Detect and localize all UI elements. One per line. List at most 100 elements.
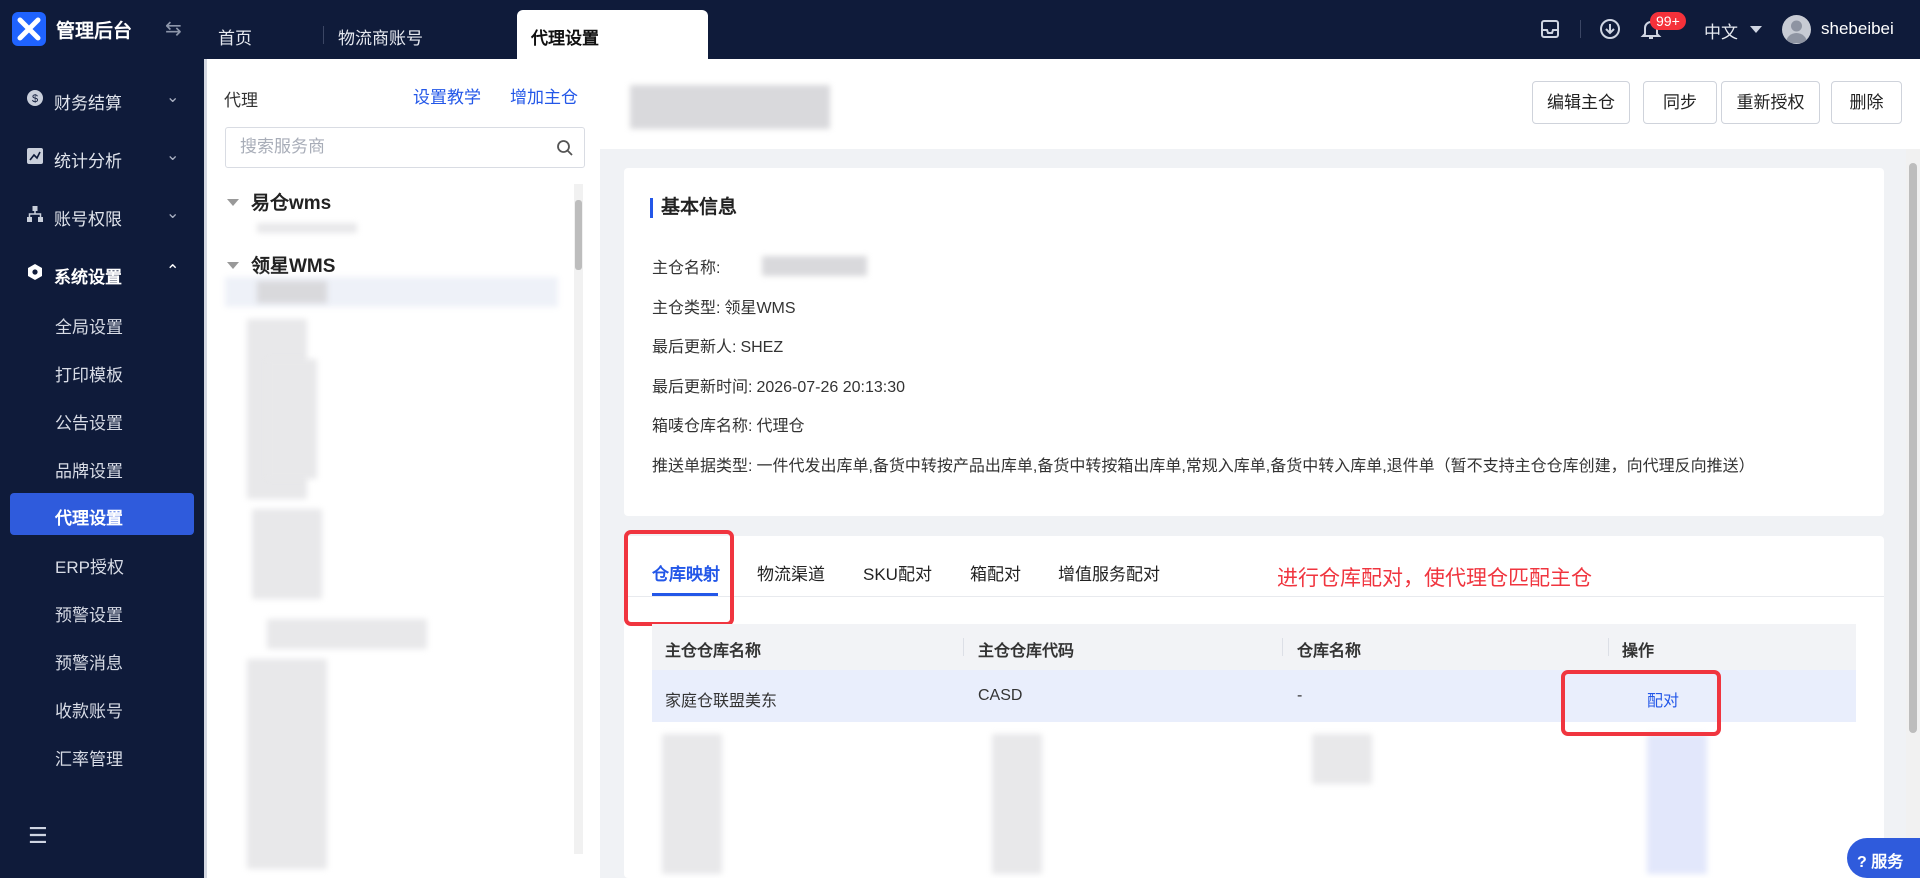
tabs-divider (624, 596, 1884, 597)
scrollbar[interactable] (574, 184, 583, 854)
tree-node-yicang[interactable]: 易仓wms (227, 188, 331, 215)
caret-down-icon[interactable] (227, 199, 239, 206)
page-scrollbar[interactable] (1906, 149, 1920, 878)
highlight-box (1561, 670, 1721, 736)
info-row-name: 主仓名称: (652, 254, 724, 278)
service-button[interactable]: ? 服务 (1847, 838, 1920, 878)
agent-list-panel: 代理 设置教学 增加主仓 易仓wms 领星WMS (204, 59, 600, 878)
cell-main-warehouse-code: CASD (978, 687, 1023, 704)
blurred-item (267, 619, 427, 649)
tab-divider (323, 26, 324, 44)
info-value: 代理仓 (756, 418, 805, 435)
blurred-item (252, 509, 322, 599)
top-divider (1580, 20, 1581, 38)
blurred-item (257, 281, 327, 303)
tab-sku-pairing[interactable]: SKU配对 (863, 560, 932, 585)
tree-node-label: 易仓wms (251, 193, 332, 214)
scrollbar-thumb[interactable] (575, 200, 582, 270)
sidebar-item-account-permissions[interactable]: 账号权限 ⌄ (0, 195, 204, 235)
chevron-down-icon: ⌄ (166, 205, 180, 222)
username[interactable]: shebeibei (1821, 19, 1894, 39)
sidebar-item-system-settings[interactable]: 系统设置 ⌃ (0, 253, 204, 293)
chevron-down-icon: ⌄ (166, 89, 180, 106)
info-value: 2026-07-26 20:13:30 (756, 379, 906, 396)
service-label: 服务 (1871, 854, 1904, 871)
sidebar-item-alert-messages[interactable]: 预警消息 (10, 638, 194, 680)
section-title: 基本信息 (650, 198, 737, 218)
tab-value-added-pairing[interactable]: 增值服务配对 (1058, 560, 1160, 585)
sidebar-item-brand-settings[interactable]: 品牌设置 (10, 446, 194, 488)
blurred-item (257, 223, 357, 233)
column-divider (1282, 638, 1283, 656)
caret-down-icon[interactable] (227, 262, 239, 269)
avatar[interactable] (1782, 15, 1811, 44)
blurred-item (247, 659, 327, 869)
tree-node-label: 领星WMS (251, 256, 336, 277)
sidebar-item-label: 系统设置 (54, 268, 122, 287)
info-row-updated-time: 最后更新时间: 2026-07-26 20:13:30 (652, 373, 905, 397)
app-logo[interactable] (12, 12, 46, 46)
search-field[interactable] (225, 127, 585, 168)
menu-icon[interactable]: ☰ (28, 823, 48, 849)
edit-main-warehouse-button[interactable]: 编辑主仓 (1532, 81, 1630, 124)
sidebar-item-global-settings[interactable]: 全局设置 (10, 302, 194, 344)
tab-logistics-accounts[interactable]: 物流商账号 (338, 10, 423, 59)
settings-icon (28, 264, 42, 280)
swap-icon[interactable]: ⇆ (165, 16, 182, 41)
info-label: 最后更新人: (652, 339, 737, 356)
column-header: 仓库名称 (1297, 643, 1362, 660)
detail-header: 编辑主仓 同步 重新授权 删除 (600, 59, 1920, 149)
info-value: 一件代发出库单,备货中转按产品出库单,备货中转按箱出库单,常规入库单,备货中转入… (756, 458, 1755, 475)
add-main-warehouse-link[interactable]: 增加主仓 (510, 83, 578, 108)
blurred-warehouse-title (630, 85, 830, 129)
page-scrollbar-thumb[interactable] (1909, 163, 1917, 733)
annotation-text: 进行仓库配对，使代理仓匹配主仓 (1277, 567, 1592, 590)
sync-button[interactable]: 同步 (1643, 81, 1717, 124)
column-header: 主仓仓库代码 (978, 643, 1075, 660)
blurred-row (1647, 734, 1707, 874)
chevron-down-icon[interactable] (1750, 26, 1762, 33)
table-header: 主仓仓库名称 主仓仓库代码 仓库名称 操作 (652, 624, 1856, 670)
cell-warehouse-name: - (1297, 687, 1303, 704)
cell-main-warehouse-name: 家庭仓联盟美东 (665, 693, 778, 710)
sidebar-item-print-templates[interactable]: 打印模板 (10, 350, 194, 392)
sidebar-item-exchange-rates[interactable]: 汇率管理 (10, 734, 194, 776)
info-value: SHEZ (740, 339, 784, 356)
tab-logistics-channels[interactable]: 物流渠道 (757, 560, 825, 585)
tab-box-pairing[interactable]: 箱配对 (970, 560, 1021, 585)
highlight-box (624, 530, 734, 626)
sidebar-item-announcements[interactable]: 公告设置 (10, 398, 194, 440)
column-header: 主仓仓库名称 (665, 643, 762, 660)
language-selector[interactable]: 中文 (1704, 18, 1738, 43)
chevron-down-icon: ⌄ (166, 147, 180, 164)
sidebar-item-alert-settings[interactable]: 预警设置 (10, 590, 194, 632)
sidebar-item-label: 账号权限 (54, 210, 122, 229)
search-icon[interactable] (556, 139, 574, 157)
sidebar-item-label: 财务结算 (54, 94, 122, 113)
tutorial-link[interactable]: 设置教学 (413, 83, 481, 108)
app-title: 管理后台 (56, 21, 133, 42)
info-value: 领星WMS (724, 300, 796, 317)
tab-agent-settings[interactable]: 代理设置 (517, 10, 708, 59)
top-bar: 管理后台 ⇆ 首页 物流商账号 代理设置 99+ 中文 shebeibei (0, 0, 1920, 59)
info-row-push-types: 推送单据类型: 一件代发出库单,备货中转按产品出库单,备货中转按箱出库单,常规入库… (652, 452, 1882, 476)
tree-node-lingxing[interactable]: 领星WMS (227, 251, 335, 278)
delete-button[interactable]: 删除 (1831, 81, 1902, 124)
reauthorize-button[interactable]: 重新授权 (1721, 81, 1820, 124)
inbox-icon[interactable] (1537, 16, 1563, 42)
sidebar-item-finance[interactable]: $ 财务结算 ⌄ (0, 79, 204, 119)
sidebar-item-agent-settings[interactable]: 代理设置 (10, 493, 194, 535)
tab-home[interactable]: 首页 (218, 10, 252, 59)
mapping-card: 仓库映射 物流渠道 SKU配对 箱配对 增值服务配对 进行仓库配对，使代理仓匹配… (624, 530, 1884, 878)
column-header: 操作 (1622, 643, 1655, 660)
download-icon[interactable] (1597, 16, 1623, 42)
sidebar-item-erp-auth[interactable]: ERP授权 (10, 542, 194, 584)
sidebar-item-payment-accounts[interactable]: 收款账号 (10, 686, 194, 728)
blurred-value (762, 256, 867, 276)
info-label: 最后更新时间: (652, 379, 753, 396)
basic-info-card: 基本信息 主仓名称: 主仓类型: 领星WMS 最后更新人: SHEZ 最后更新时间:… (624, 168, 1884, 516)
info-row-type: 主仓类型: 领星WMS (652, 294, 796, 318)
sidebar-item-statistics[interactable]: 统计分析 ⌄ (0, 137, 204, 177)
info-row-updater: 最后更新人: SHEZ (652, 333, 783, 357)
search-input[interactable] (240, 128, 540, 166)
